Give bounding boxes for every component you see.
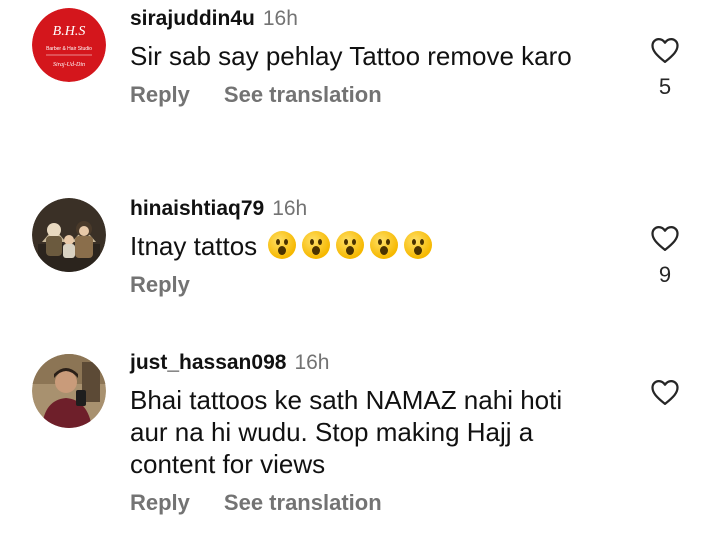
like-button[interactable]: 9 <box>645 224 685 288</box>
like-button[interactable]: 5 <box>645 36 685 100</box>
timestamp: 16h <box>262 7 298 30</box>
reply-button[interactable]: Reply <box>130 490 190 516</box>
surprised-face-emoji-icon <box>336 231 365 259</box>
surprised-face-emoji-icon <box>302 231 331 259</box>
reply-button[interactable]: Reply <box>130 272 190 298</box>
svg-text:Siraj-Ud-Din: Siraj-Ud-Din <box>53 62 85 68</box>
bhs-logo-icon: B.H.S Barber & Hair Studio Siraj-Ud-Din <box>32 8 106 82</box>
avatar[interactable] <box>32 354 106 428</box>
username[interactable]: hinaishtiaq79 <box>130 197 264 220</box>
comment-meta: hinaishtiaq79 16h <box>130 196 600 222</box>
like-count: 5 <box>658 74 672 99</box>
comment-text: Bhai tattoos ke sath NAMAZ nahi hoti aur… <box>130 385 563 479</box>
comment-actions: Reply See translation <box>130 490 600 516</box>
comment-meta: sirajuddin4u 16h <box>130 6 600 32</box>
username[interactable]: just_hassan098 <box>130 351 286 374</box>
timestamp: 16h <box>272 197 308 220</box>
see-translation-button[interactable]: See translation <box>224 82 382 108</box>
avatar[interactable] <box>32 198 106 272</box>
surprised-face-emoji-icon <box>404 231 433 259</box>
comment-text: Sir sab say pehlay Tattoo remove karo <box>130 41 572 71</box>
see-translation-button[interactable]: See translation <box>224 490 382 516</box>
reply-button[interactable]: Reply <box>130 82 190 108</box>
like-count: 9 <box>658 262 672 287</box>
username[interactable]: sirajuddin4u <box>130 7 255 30</box>
comment-text-content: Itnay tattos <box>130 231 258 261</box>
comment-actions: Reply <box>130 272 600 298</box>
comment-meta: just_hassan098 16h <box>130 350 600 376</box>
svg-text:B.H.S: B.H.S <box>53 24 86 39</box>
svg-text:Barber & Hair Studio: Barber & Hair Studio <box>46 46 92 52</box>
surprised-face-emoji-icon <box>370 231 399 259</box>
emoji-row <box>268 231 438 261</box>
timestamp: 16h <box>294 351 330 374</box>
heart-outline-icon[interactable] <box>650 224 680 252</box>
heart-outline-icon[interactable] <box>650 36 680 64</box>
comment-text: Itnay tattos <box>130 230 600 262</box>
surprised-face-emoji-icon <box>268 231 297 259</box>
comment-actions: Reply See translation <box>130 82 600 108</box>
family-illustration-icon <box>32 198 106 272</box>
avatar[interactable]: B.H.S Barber & Hair Studio Siraj-Ud-Din <box>32 8 106 82</box>
profile-photo-icon <box>32 354 106 428</box>
like-button[interactable] <box>645 378 685 406</box>
heart-outline-icon[interactable] <box>650 378 680 406</box>
